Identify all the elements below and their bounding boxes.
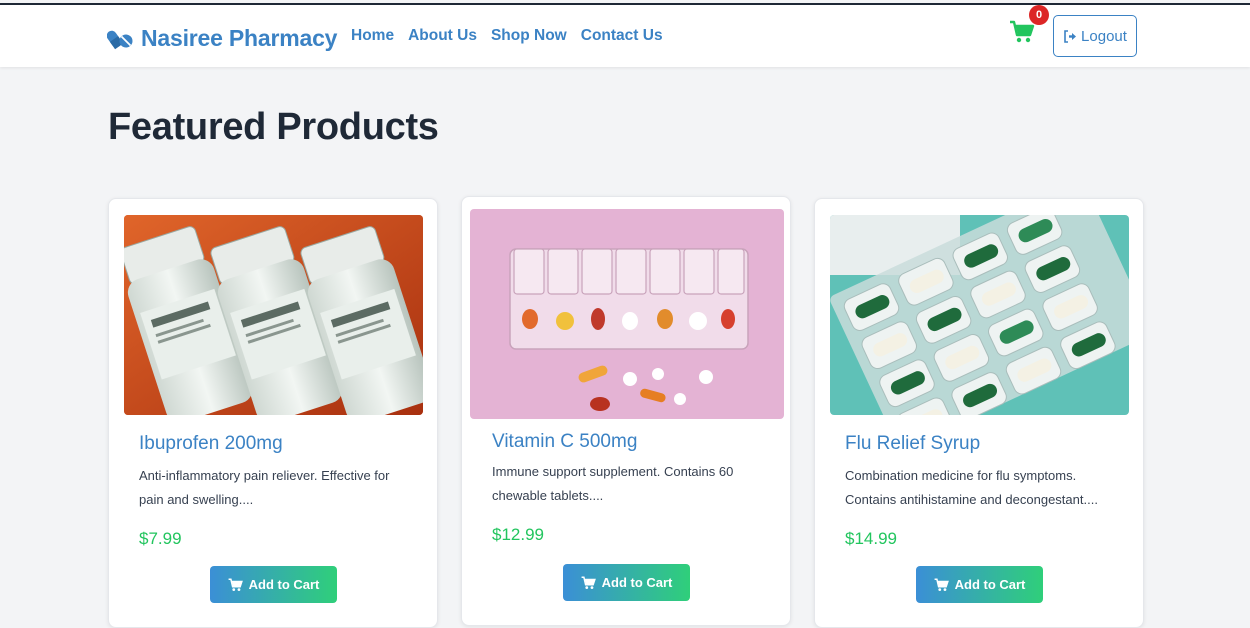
product-price: $7.99 <box>139 529 182 548</box>
add-to-cart-label: Add to Cart <box>248 577 320 592</box>
pills-icon <box>107 30 133 49</box>
nav-link-shop-now[interactable]: Shop Now <box>491 27 567 45</box>
product-card: Vitamin C 500mg Immune support supplemen… <box>461 196 791 626</box>
logout-button[interactable]: Logout <box>1053 15 1137 57</box>
add-to-cart-button[interactable]: Add to Cart <box>916 566 1043 603</box>
product-price: $14.99 <box>845 529 897 548</box>
add-to-cart-label: Add to Cart <box>954 577 1026 592</box>
page-title: Featured Products <box>108 106 439 148</box>
add-to-cart-label: Add to Cart <box>601 575 673 590</box>
cart-icon <box>228 577 243 591</box>
cart-icon <box>581 575 596 589</box>
nav-links: Home About Us Shop Now Contact Us <box>351 27 663 45</box>
brand-name: Nasiree Pharmacy <box>141 25 338 51</box>
nav-link-home[interactable]: Home <box>351 27 394 45</box>
product-description: Combination medicine for flu symptoms. C… <box>845 468 1098 507</box>
logout-icon <box>1064 29 1077 43</box>
product-card: Flu Relief Syrup Combination medicine fo… <box>814 198 1144 628</box>
product-image <box>470 209 784 419</box>
product-price: $12.99 <box>492 525 544 544</box>
nav-link-contact-us[interactable]: Contact Us <box>581 27 663 45</box>
product-description: Immune support supplement. Contains 60 c… <box>492 464 734 503</box>
product-name[interactable]: Ibuprofen 200mg <box>139 433 283 455</box>
product-image <box>830 215 1129 415</box>
cart-icon[interactable] <box>1009 20 1035 44</box>
brand-logo[interactable]: Nasiree Pharmacy <box>107 25 337 52</box>
product-image <box>124 215 423 415</box>
cart-icon <box>934 577 949 591</box>
logout-label: Logout <box>1081 27 1127 45</box>
add-to-cart-button[interactable]: Add to Cart <box>563 564 690 601</box>
nav-link-about-us[interactable]: About Us <box>408 27 477 45</box>
add-to-cart-button[interactable]: Add to Cart <box>210 566 337 603</box>
product-description: Anti-inflammatory pain reliever. Effecti… <box>139 468 390 507</box>
product-name[interactable]: Vitamin C 500mg <box>492 431 637 453</box>
cart-count-badge: 0 <box>1029 5 1049 25</box>
product-name[interactable]: Flu Relief Syrup <box>845 433 980 455</box>
product-card: Ibuprofen 200mg Anti-inflammatory pain r… <box>108 198 438 628</box>
